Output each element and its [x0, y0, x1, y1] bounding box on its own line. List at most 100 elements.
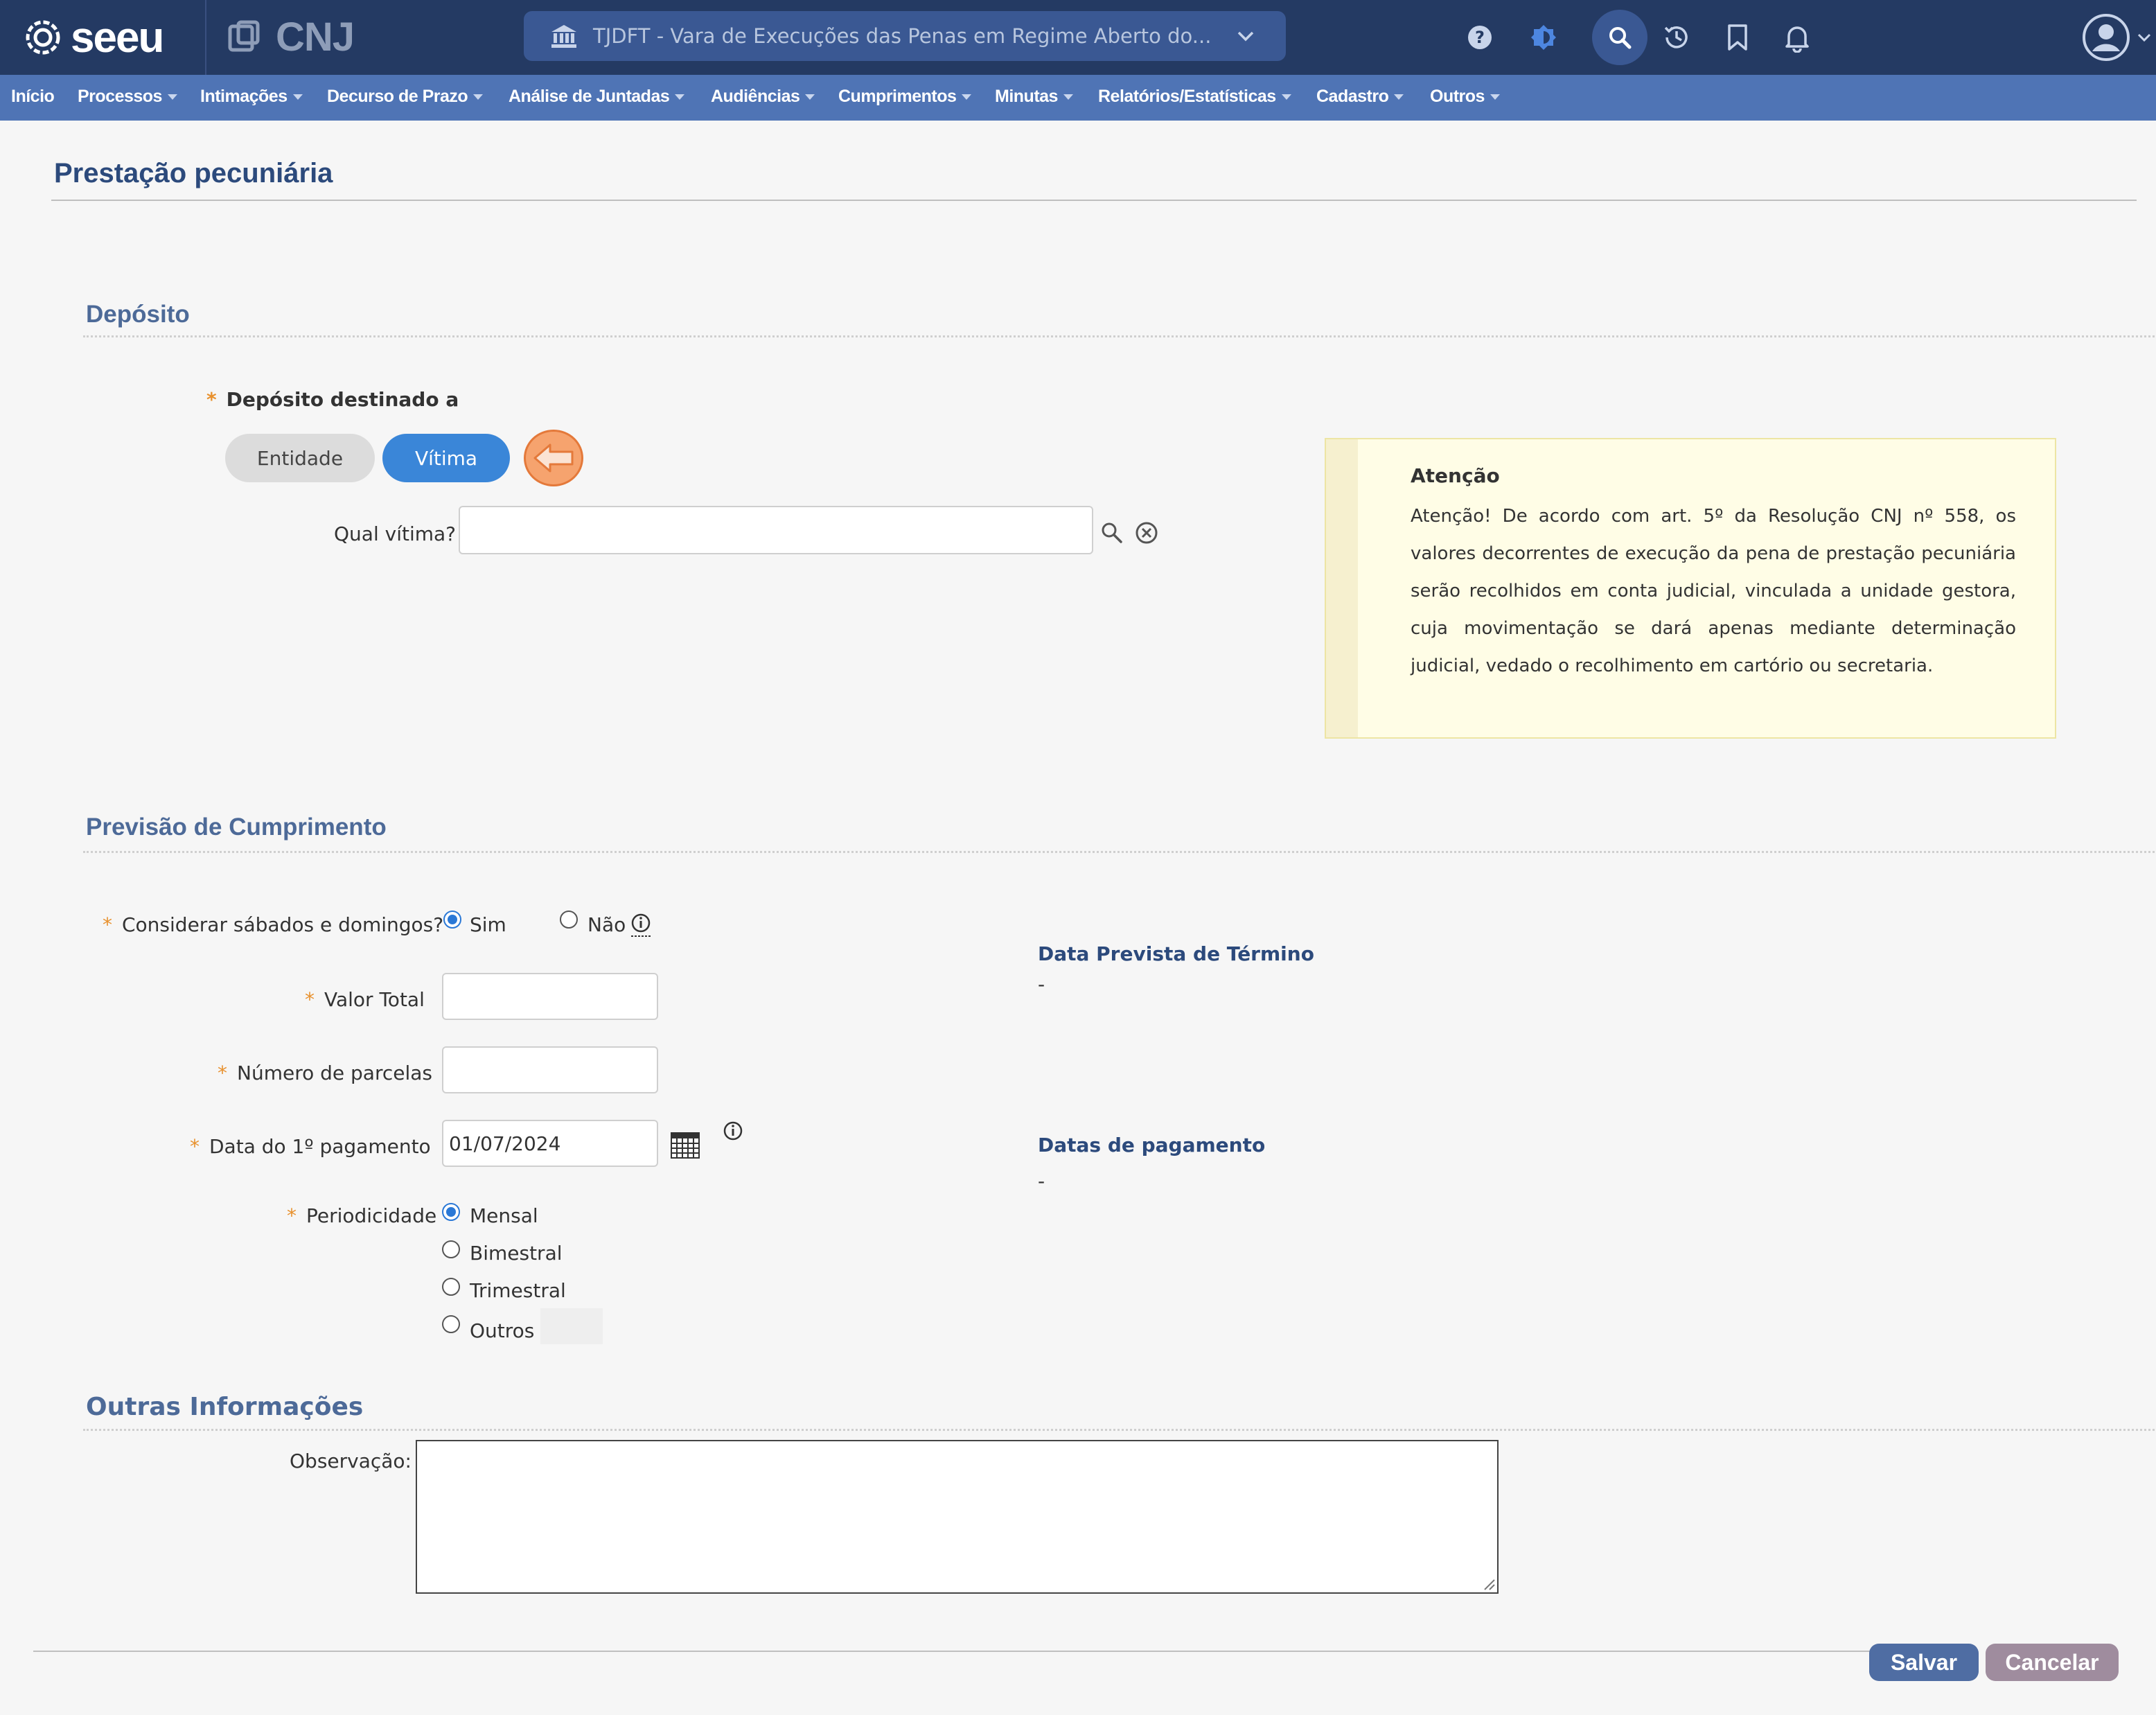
observacao-label: Observação: — [290, 1450, 412, 1472]
section-divider — [83, 335, 2155, 337]
menu-decurso-de-prazo[interactable]: Decurso de Prazo — [327, 87, 484, 107]
weekends-info-icon[interactable] — [630, 913, 651, 941]
help-icon[interactable]: ? — [1458, 15, 1502, 60]
periodicidade-outros-input[interactable] — [540, 1308, 603, 1344]
periodicidade-mensal-radio[interactable] — [442, 1203, 460, 1221]
entidade-toggle-button[interactable]: Entidade — [225, 434, 375, 482]
periodicidade-trimestral-radio[interactable] — [442, 1278, 460, 1296]
observacao-textarea[interactable] — [416, 1440, 1499, 1594]
menu-processos[interactable]: Processos — [78, 87, 177, 107]
main-menu: Início Processos Intimações Decurso de P… — [0, 75, 2156, 121]
required-marker: * — [206, 388, 217, 411]
weekends-sim-label: Sim — [470, 913, 506, 936]
court-selector[interactable]: TJDFT - Vara de Execuções das Penas em R… — [524, 11, 1286, 61]
attention-box: Atenção Atenção! De acordo com art. 5º d… — [1325, 438, 2056, 739]
attention-heading: Atenção — [1411, 464, 1500, 487]
menu-analise-de-juntadas[interactable]: Análise de Juntadas — [509, 87, 685, 107]
section-divider — [83, 1429, 2155, 1431]
user-menu-chevron-icon[interactable] — [2137, 32, 2152, 46]
periodicidade-trimestral-label: Trimestral — [470, 1279, 566, 1302]
parcelas-input[interactable] — [442, 1046, 658, 1093]
search-vitima-icon[interactable] — [1100, 521, 1124, 547]
weekends-label-text: Considerar sábados e domingos? — [122, 913, 444, 936]
data-prevista-value: - — [1038, 973, 1045, 996]
data-prevista-heading: Data Prevista de Término — [1038, 942, 1314, 965]
menu-relatorios[interactable]: Relatórios/Estatísticas — [1098, 87, 1291, 107]
vitima-toggle-button[interactable]: Vítima — [382, 434, 510, 482]
caret-down-icon — [1490, 94, 1500, 100]
top-bar: seeu CNJ TJDFT - Vara de Execuções das P… — [0, 0, 2156, 75]
menu-audiencias[interactable]: Audiências — [711, 87, 815, 107]
datas-pagamento-heading: Datas de pagamento — [1038, 1134, 1266, 1156]
theme-toggle-icon[interactable] — [1521, 15, 1566, 60]
menu-cumprimentos[interactable]: Cumprimentos — [838, 87, 972, 107]
required-marker: * — [218, 1062, 227, 1084]
seeu-logo-icon — [26, 20, 60, 55]
resize-handle-icon[interactable] — [1482, 1577, 1496, 1591]
caret-down-icon — [1394, 94, 1404, 100]
page-title: Prestação pecuniária — [54, 158, 333, 188]
weekends-nao-label: Não — [587, 913, 626, 936]
section-divider — [83, 851, 2155, 853]
cancel-button[interactable]: Cancelar — [1986, 1644, 2119, 1681]
bookmark-icon[interactable] — [1715, 15, 1760, 60]
menu-inicio[interactable]: Início — [11, 87, 55, 107]
weekends-nao-radio[interactable] — [560, 911, 578, 929]
attention-box-bar — [1326, 439, 1358, 737]
weekends-sim-radio[interactable] — [443, 911, 461, 929]
seeu-logo[interactable]: seeu — [24, 12, 164, 62]
periodicidade-outros-label: Outros — [470, 1319, 535, 1342]
data-primeiro-pagamento-input[interactable]: 01/07/2024 — [442, 1120, 658, 1167]
menu-outros[interactable]: Outros — [1430, 87, 1500, 107]
required-marker: * — [190, 1135, 200, 1158]
search-icon[interactable] — [1592, 10, 1647, 65]
menu-label: Intimações — [200, 87, 288, 106]
required-marker: * — [305, 988, 315, 1011]
court-selector-text: TJDFT - Vara de Execuções das Penas em R… — [593, 24, 1212, 48]
periodicidade-label-text: Periodicidade — [306, 1204, 437, 1227]
valor-total-input[interactable] — [442, 973, 658, 1020]
footer-divider — [33, 1651, 1890, 1652]
user-avatar-icon[interactable] — [2081, 12, 2131, 65]
clear-vitima-icon[interactable] — [1135, 521, 1158, 547]
menu-label: Outros — [1430, 87, 1485, 106]
arrow-left-icon — [524, 430, 583, 486]
title-divider — [51, 200, 2137, 201]
deposito-destinado-text: Depósito destinado a — [226, 388, 459, 411]
menu-label: Relatórios/Estatísticas — [1098, 87, 1276, 106]
periodicidade-label: * Periodicidade — [287, 1204, 436, 1227]
menu-label: Análise de Juntadas — [509, 87, 670, 106]
deposito-destinado-label: * Depósito destinado a — [206, 388, 459, 411]
data-info-icon[interactable] — [723, 1121, 743, 1143]
menu-label: Decurso de Prazo — [327, 87, 468, 106]
caret-down-icon — [962, 94, 972, 100]
seeu-logo-text: seeu — [71, 13, 164, 62]
bell-icon[interactable] — [1775, 15, 1819, 60]
caret-down-icon — [292, 94, 303, 100]
valor-total-label-text: Valor Total — [324, 988, 425, 1011]
section-title-deposito: Depósito — [86, 301, 190, 328]
menu-minutas[interactable]: Minutas — [995, 87, 1073, 107]
menu-label: Minutas — [995, 87, 1058, 106]
history-icon[interactable] — [1654, 15, 1699, 60]
top-divider — [205, 0, 206, 75]
weekends-label: * Considerar sábados e domingos? — [103, 913, 443, 936]
menu-cadastro[interactable]: Cadastro — [1316, 87, 1404, 107]
chevron-down-icon — [1237, 31, 1254, 42]
periodicidade-bimestral-label: Bimestral — [470, 1242, 563, 1265]
section-title-previsao: Previsão de Cumprimento — [86, 813, 387, 841]
caret-down-icon — [1063, 94, 1073, 100]
parcelas-label-text: Número de parcelas — [237, 1062, 432, 1084]
periodicidade-bimestral-radio[interactable] — [442, 1240, 460, 1258]
data-primeiro-pagamento-text: Data do 1º pagamento — [209, 1135, 431, 1158]
periodicidade-outros-radio[interactable] — [442, 1315, 460, 1333]
calendar-icon[interactable] — [671, 1132, 700, 1161]
save-button[interactable]: Salvar — [1869, 1644, 1979, 1681]
caret-down-icon — [167, 94, 177, 100]
menu-intimacoes[interactable]: Intimações — [200, 87, 303, 107]
caret-down-icon — [805, 94, 815, 100]
menu-label: Cumprimentos — [838, 87, 957, 106]
qual-vitima-input[interactable] — [459, 506, 1093, 554]
required-marker: * — [103, 913, 112, 936]
cnj-emblem-icon — [228, 20, 260, 51]
